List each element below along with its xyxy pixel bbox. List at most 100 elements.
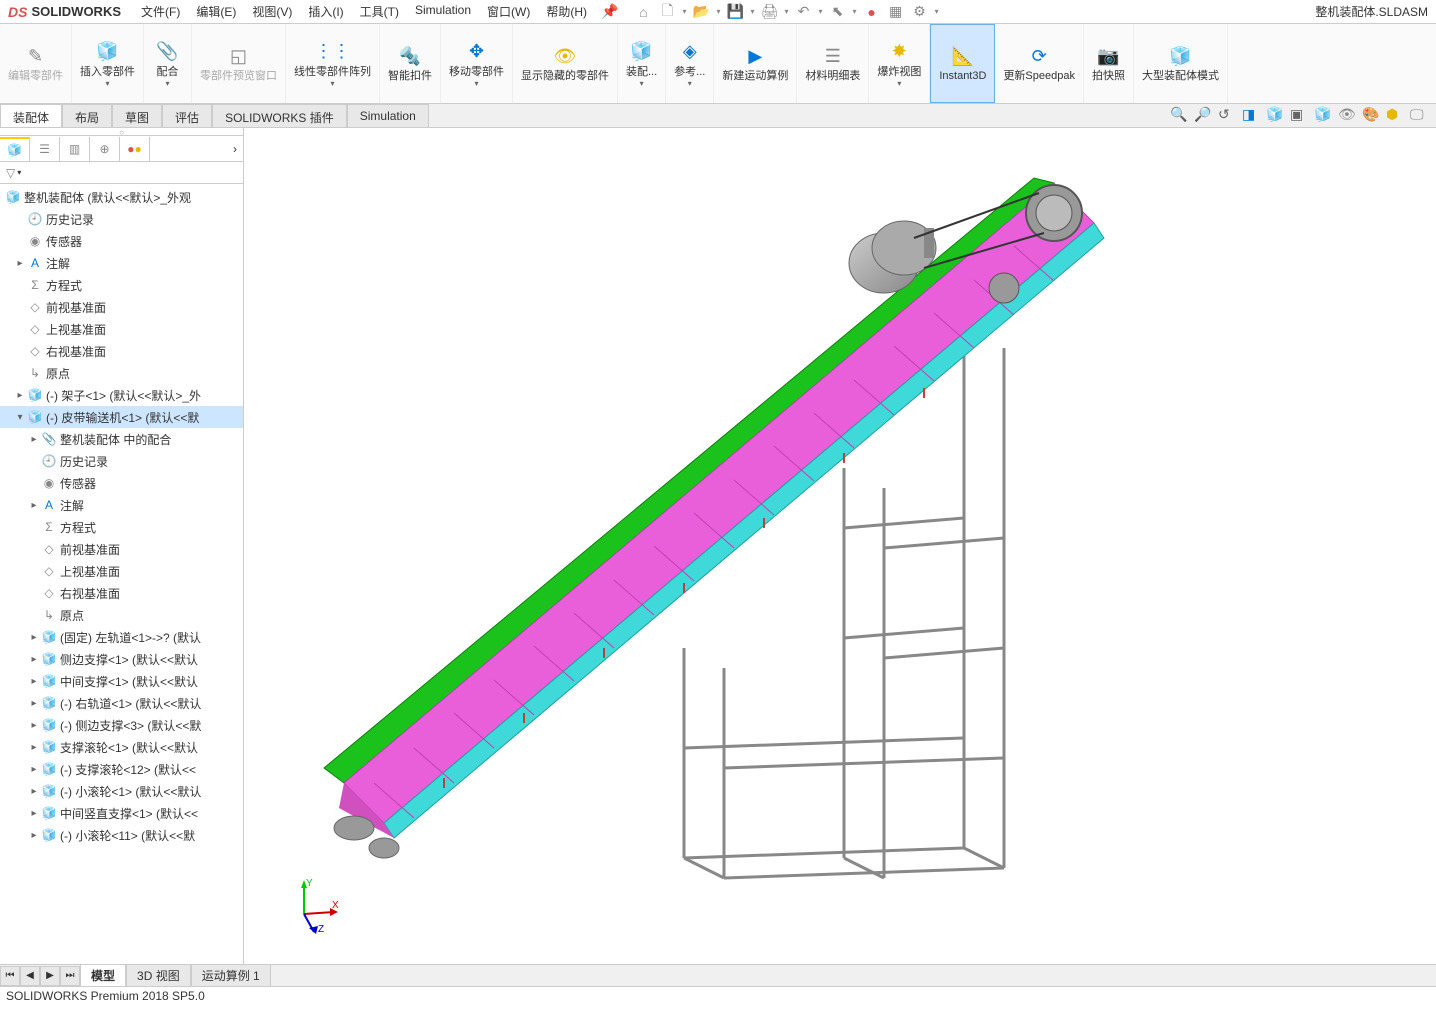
expand-icon[interactable]: ▾ (14, 412, 26, 423)
options-icon[interactable]: ▦ (887, 3, 905, 21)
tree-item[interactable]: ▸🧊侧边支撑<1> (默认<<默认 (0, 648, 243, 670)
tree-item[interactable]: ▸📎整机装配体 中的配合 (0, 428, 243, 450)
tree-tab-feature[interactable]: 🧊 (0, 137, 30, 161)
view-settings-icon[interactable]: ⬢ (1386, 106, 1402, 122)
tree-item[interactable]: ▸🧊中间竖直支撑<1> (默认<< (0, 802, 243, 824)
screen-icon[interactable]: 🖵 (1410, 106, 1426, 122)
ribbon-instant3d[interactable]: 📐Instant3D (930, 24, 995, 103)
tree-item[interactable]: ◇右视基准面 (0, 582, 243, 604)
menu-window[interactable]: 窗口(W) (481, 1, 536, 22)
tree-item[interactable]: ▸🧊(-) 支撑滚轮<12> (默认<< (0, 758, 243, 780)
expand-icon[interactable]: ▸ (14, 258, 26, 269)
tree-item[interactable]: ▸🧊支撑滚轮<1> (默认<<默认 (0, 736, 243, 758)
tree-item[interactable]: ▸A注解 (0, 252, 243, 274)
bottom-tab-motion[interactable]: 运动算例 1 (191, 964, 271, 987)
nav-last-icon[interactable]: ⏭ (60, 966, 80, 986)
ribbon-assembly-features[interactable]: 🧊装配...▾ (618, 24, 666, 103)
ribbon-large-assembly[interactable]: 🧊大型装配体模式 (1134, 24, 1228, 103)
tree-expand-icon[interactable]: › (227, 142, 243, 156)
nav-next-icon[interactable]: ▶ (40, 966, 60, 986)
zoom-fit-icon[interactable]: 🔍 (1170, 106, 1186, 122)
tree-filter[interactable]: ▽▾ (0, 162, 243, 184)
tree-item[interactable]: ◉传感器 (0, 230, 243, 252)
tab-evaluate[interactable]: 评估 (162, 104, 212, 127)
graphics-viewport[interactable]: Y X Z (244, 128, 1436, 964)
ribbon-linear-pattern[interactable]: ⋮⋮线性零部件阵列▾ (286, 24, 380, 103)
tree-item[interactable]: ▸🧊(-) 架子<1> (默认<<默认>_外 (0, 384, 243, 406)
apply-scene-icon[interactable]: 🎨 (1362, 106, 1378, 122)
menu-file[interactable]: 文件(F) (135, 1, 186, 22)
tab-layout[interactable]: 布局 (62, 104, 112, 127)
expand-icon[interactable]: ▸ (28, 632, 40, 643)
open-icon[interactable]: 📂 (692, 3, 710, 21)
expand-icon[interactable]: ▸ (28, 698, 40, 709)
tree-item[interactable]: ▸🧊(-) 小滚轮<11> (默认<<默 (0, 824, 243, 846)
ribbon-preview-window[interactable]: ◱零部件预览窗口 (192, 24, 286, 103)
ribbon-snapshot[interactable]: 📷拍快照 (1084, 24, 1134, 103)
expand-icon[interactable]: ▸ (28, 830, 40, 841)
save-icon[interactable]: 💾 (727, 3, 745, 21)
expand-icon[interactable]: ▸ (28, 720, 40, 731)
ribbon-new-motion-study[interactable]: ▶新建运动算例 (714, 24, 797, 103)
tree-item[interactable]: 🕘历史记录 (0, 450, 243, 472)
tree-item[interactable]: ▸🧊(-) 小滚轮<1> (默认<<默认 (0, 780, 243, 802)
expand-icon[interactable]: ▸ (28, 654, 40, 665)
rebuild-icon[interactable]: ● (863, 3, 881, 21)
ribbon-insert-component[interactable]: 🧊插入零部件▾ (72, 24, 144, 103)
hide-show-icon[interactable]: 🧊 (1314, 106, 1330, 122)
tree-item[interactable]: ▸🧊中间支撑<1> (默认<<默认 (0, 670, 243, 692)
tree-item[interactable]: Σ方程式 (0, 516, 243, 538)
menu-insert[interactable]: 插入(I) (302, 1, 349, 22)
view-orientation-icon[interactable]: 🧊 (1266, 106, 1282, 122)
tree-item[interactable]: ▸🧊(固定) 左轨道<1>->? (默认 (0, 626, 243, 648)
tree-item[interactable]: ▾🧊(-) 皮带输送机<1> (默认<<默 (0, 406, 243, 428)
menu-edit[interactable]: 编辑(E) (190, 1, 242, 22)
expand-icon[interactable]: ▸ (28, 808, 40, 819)
tab-sketch[interactable]: 草图 (112, 104, 162, 127)
previous-view-icon[interactable]: ↺ (1218, 106, 1234, 122)
tree-item[interactable]: ◇上视基准面 (0, 318, 243, 340)
ribbon-show-hidden[interactable]: 👁显示隐藏的零部件 (513, 24, 618, 103)
tree-tab-property[interactable]: ☰ (30, 137, 60, 161)
tree-item[interactable]: ◇上视基准面 (0, 560, 243, 582)
tree-tab-config[interactable]: ▥ (60, 137, 90, 161)
expand-icon[interactable]: ▸ (28, 742, 40, 753)
tree-item[interactable]: ▸A注解 (0, 494, 243, 516)
undo-icon[interactable]: ↶ (795, 3, 813, 21)
expand-icon[interactable]: ▸ (28, 500, 40, 511)
zoom-area-icon[interactable]: 🔎 (1194, 106, 1210, 122)
tab-assembly[interactable]: 装配体 (0, 104, 62, 127)
tree-item[interactable]: ◉传感器 (0, 472, 243, 494)
ribbon-move-component[interactable]: ✥移动零部件▾ (441, 24, 513, 103)
bottom-tab-3dview[interactable]: 3D 视图 (126, 964, 191, 987)
tree-item[interactable]: ▸🧊(-) 右轨道<1> (默认<<默认 (0, 692, 243, 714)
ribbon-edit-component[interactable]: ✎编辑零部件 (0, 24, 72, 103)
select-icon[interactable]: ⬉ (829, 3, 847, 21)
expand-icon[interactable]: ▸ (14, 390, 26, 401)
menu-view[interactable]: 视图(V) (246, 1, 298, 22)
tree-item[interactable]: ◇前视基准面 (0, 538, 243, 560)
home-icon[interactable]: ⌂ (634, 3, 652, 21)
ribbon-exploded-view[interactable]: ✸爆炸视图▾ (869, 24, 930, 103)
tree-item[interactable]: 🕘历史记录 (0, 208, 243, 230)
print-icon[interactable]: 🖨 (761, 3, 779, 21)
expand-icon[interactable]: ▸ (28, 676, 40, 687)
tree-tab-display[interactable]: ●● (120, 137, 150, 161)
ribbon-reference[interactable]: ◈参考...▾ (666, 24, 714, 103)
tree-item[interactable]: ▸🧊(-) 侧边支撑<3> (默认<<默 (0, 714, 243, 736)
expand-icon[interactable]: ▸ (28, 786, 40, 797)
menu-tools[interactable]: 工具(T) (354, 1, 405, 22)
edit-appearance-icon[interactable]: 👁 (1338, 106, 1354, 122)
menu-help[interactable]: 帮助(H) (540, 1, 593, 22)
tree-tab-dimxpert[interactable]: ⊕ (90, 137, 120, 161)
tree-item[interactable]: ↳原点 (0, 604, 243, 626)
tree-item[interactable]: ↳原点 (0, 362, 243, 384)
display-style-icon[interactable]: ▣ (1290, 106, 1306, 122)
tree-root[interactable]: 🧊 整机装配体 (默认<<默认>_外观 (0, 186, 243, 208)
tree-item[interactable]: ◇前视基准面 (0, 296, 243, 318)
tab-simulation[interactable]: Simulation (347, 104, 429, 127)
ribbon-update-speedpak[interactable]: ⟳更新Speedpak (995, 24, 1084, 103)
new-icon[interactable]: 🗋 (658, 3, 676, 21)
settings-icon[interactable]: ⚙ (911, 3, 929, 21)
bottom-tab-model[interactable]: 模型 (80, 964, 126, 987)
